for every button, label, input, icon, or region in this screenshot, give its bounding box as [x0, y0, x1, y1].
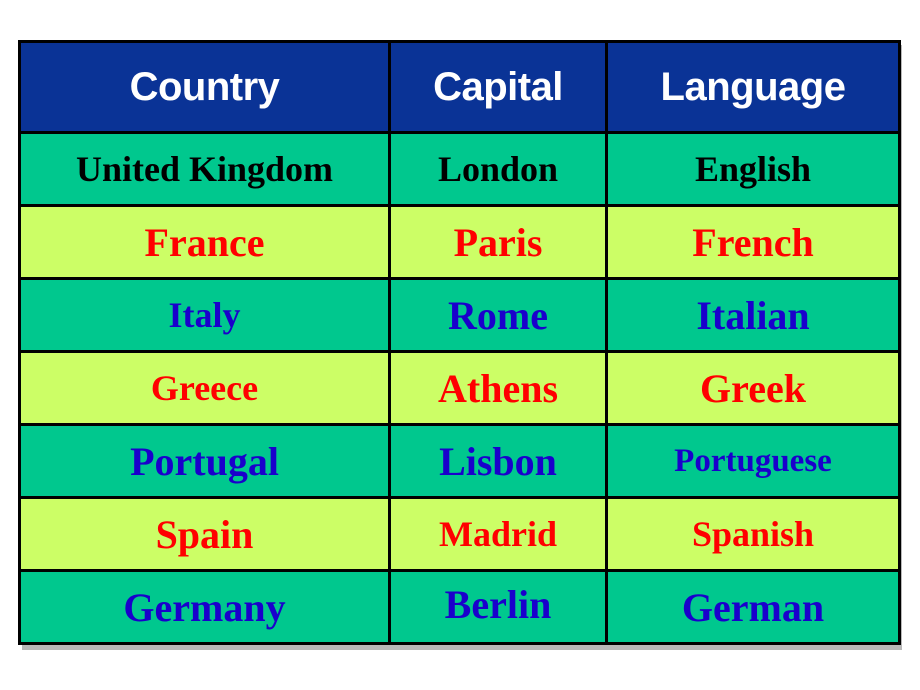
- cell-language: German: [605, 569, 901, 645]
- cell-language: French: [605, 204, 901, 280]
- table-row: Germany Berlin German: [18, 569, 901, 645]
- cell-country: Italy: [18, 277, 391, 353]
- cell-capital: Lisbon: [388, 423, 608, 499]
- cell-capital: Rome: [388, 277, 608, 353]
- cell-language: Italian: [605, 277, 901, 353]
- cell-country: Germany: [18, 569, 391, 645]
- cell-capital: Paris: [388, 204, 608, 280]
- table-header: Country Capital Language: [18, 40, 901, 134]
- column-header-capital: Capital: [388, 40, 608, 134]
- cell-country: United Kingdom: [18, 131, 391, 207]
- slide-canvas: Country Capital Language United Kingdom …: [0, 0, 920, 690]
- cell-capital: Berlin: [388, 569, 608, 645]
- cell-capital: Madrid: [388, 496, 608, 572]
- table-row: France Paris French: [18, 204, 901, 280]
- cell-language: Spanish: [605, 496, 901, 572]
- table-body: United Kingdom London English France Par…: [18, 131, 901, 645]
- cell-language: Greek: [605, 350, 901, 426]
- table-row: Portugal Lisbon Portuguese: [18, 423, 901, 499]
- table-row: Italy Rome Italian: [18, 277, 901, 353]
- cell-language: Portuguese: [605, 423, 901, 499]
- column-header-language: Language: [605, 40, 901, 134]
- table-row: Greece Athens Greek: [18, 350, 901, 426]
- cell-capital: London: [388, 131, 608, 207]
- data-table: Country Capital Language United Kingdom …: [18, 40, 901, 645]
- table-row: Spain Madrid Spanish: [18, 496, 901, 572]
- cell-country: France: [18, 204, 391, 280]
- cell-country: Greece: [18, 350, 391, 426]
- cell-capital: Athens: [388, 350, 608, 426]
- cell-country: Portugal: [18, 423, 391, 499]
- table-row: United Kingdom London English: [18, 131, 901, 207]
- countries-capitals-languages-table: Country Capital Language United Kingdom …: [18, 40, 902, 650]
- cell-country: Spain: [18, 496, 391, 572]
- cell-language: English: [605, 131, 901, 207]
- column-header-country: Country: [18, 40, 391, 134]
- header-row: Country Capital Language: [18, 40, 901, 134]
